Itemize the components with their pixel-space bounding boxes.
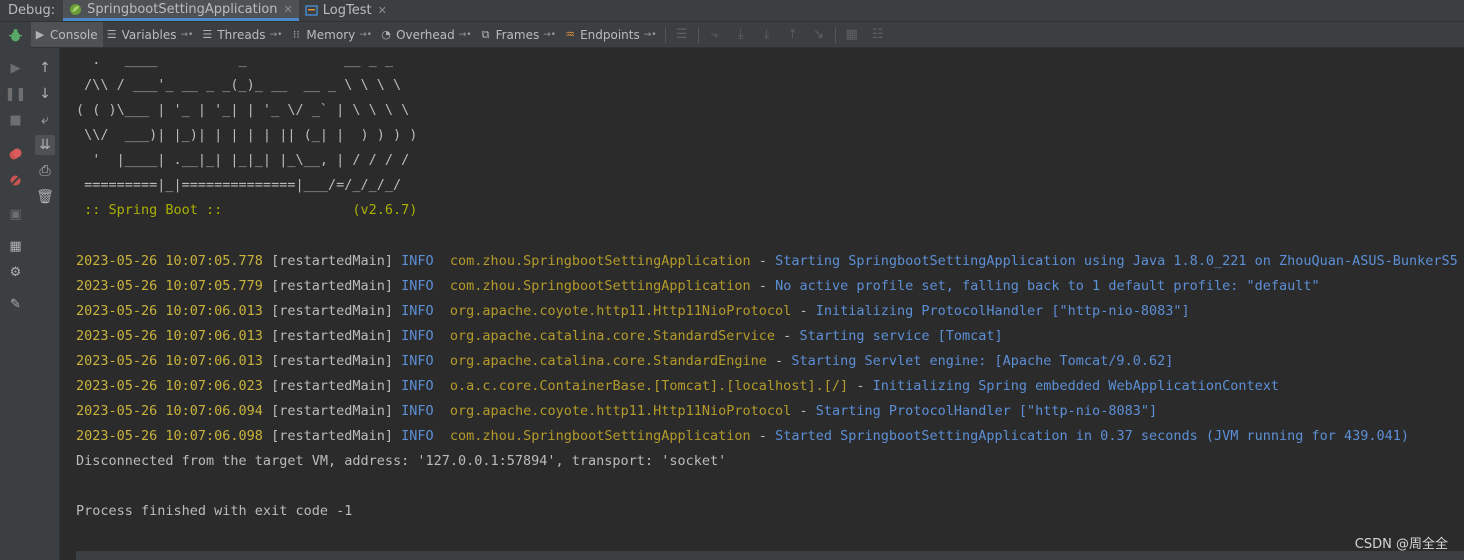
- run-to-cursor-icon[interactable]: ↘: [806, 22, 832, 47]
- pin-tab-icon[interactable]: →•: [644, 30, 657, 40]
- step-out-icon[interactable]: ⤒: [780, 22, 806, 47]
- console-icon: ▶: [35, 28, 45, 41]
- log-line: 2023-05-26 10:07:06.013 [restartedMain] …: [76, 303, 1190, 319]
- endpoints-icon: ♒: [565, 28, 576, 41]
- up-arrow-icon[interactable]: ↑: [35, 58, 55, 78]
- log-line: 2023-05-26 10:07:06.098 [restartedMain] …: [76, 428, 1410, 444]
- trace-icon[interactable]: ☷: [865, 22, 891, 47]
- tab-endpoints-label: Endpoints: [580, 27, 640, 42]
- tab-console-label: Console: [50, 27, 98, 42]
- pin-tab-icon[interactable]: →•: [459, 30, 472, 40]
- variables-icon: ☰: [106, 28, 117, 41]
- debug-side-toolbar: ▶ ❚❚ ■ ▣ ▦ ⚙ ✎: [0, 22, 32, 560]
- pin-icon[interactable]: ✎: [7, 296, 24, 313]
- tab-overhead-label: Overhead: [396, 27, 455, 42]
- run-config-icon: [305, 4, 318, 17]
- print-icon[interactable]: ⎙: [35, 161, 55, 181]
- hamburger-icon[interactable]: ☰: [669, 22, 695, 47]
- down-arrow-icon[interactable]: ↓: [35, 84, 55, 104]
- overhead-icon: ◔: [381, 28, 391, 41]
- disconnect-message: Disconnected from the target VM, address…: [76, 453, 727, 469]
- banner-line: . ____ _ __ _ _: [76, 52, 393, 68]
- tab-threads-label: Threads: [217, 27, 266, 42]
- tab-memory[interactable]: ⁝⁝ Memory →•: [287, 22, 377, 47]
- close-icon[interactable]: ✕: [284, 3, 293, 16]
- console-side-toolbar: ↑ ↓ ⤶ ⇊ ⎙ 🗑: [31, 48, 60, 560]
- spring-leaf-icon: [69, 3, 82, 16]
- banner-line: /\\ / ___'_ __ _ _(_)_ __ __ _ \ \ \ \: [76, 77, 402, 93]
- tab-variables[interactable]: ☰ Variables →•: [103, 22, 199, 47]
- view-breakpoints-icon[interactable]: [7, 146, 24, 163]
- exit-code-message: Process finished with exit code -1: [76, 503, 353, 519]
- tab-frames-label: Frames: [495, 27, 540, 42]
- log-line: 2023-05-26 10:07:05.779 [restartedMain] …: [76, 278, 1320, 294]
- stop-icon[interactable]: ■: [7, 112, 24, 129]
- step-into-icon[interactable]: ⤓: [754, 22, 780, 47]
- pin-tab-icon[interactable]: →•: [543, 30, 556, 40]
- threads-icon: ☰: [202, 28, 213, 41]
- banner-line: ( ( )\___ | '_ | '_| | '_ \/ _` | \ \ \ …: [76, 102, 410, 118]
- log-line: 2023-05-26 10:07:05.778 [restartedMain] …: [76, 253, 1464, 269]
- tab-endpoints[interactable]: ♒ Endpoints →•: [561, 22, 662, 47]
- debug-tab-bar: Debug: SpringbootSettingApplication ✕ Lo…: [0, 0, 1464, 22]
- debug-toolbar: ▶ Console ☰ Variables →• ☰ Threads →• ⁝⁝…: [31, 22, 1464, 48]
- pause-icon[interactable]: ❚❚: [5, 86, 27, 103]
- pin-tab-icon[interactable]: →•: [180, 30, 193, 40]
- tab-console[interactable]: ▶ Console: [31, 22, 103, 47]
- pin-tab-icon[interactable]: →•: [270, 30, 283, 40]
- tab-label: SpringbootSettingApplication: [87, 1, 278, 17]
- tab-frames[interactable]: ⧉ Frames →•: [477, 22, 562, 47]
- scroll-to-end-icon[interactable]: ⇊: [35, 135, 55, 155]
- toolbar-divider: [664, 26, 666, 43]
- trash-icon[interactable]: 🗑: [35, 187, 55, 207]
- tab-memory-label: Memory: [306, 27, 356, 42]
- log-line: 2023-05-26 10:07:06.013 [restartedMain] …: [76, 353, 1174, 369]
- banner-line: \\/ ___)| |_)| | | | | || (_| | ) ) ) ): [76, 127, 418, 143]
- spring-boot-version-line: :: Spring Boot :: (v2.6.7): [76, 202, 418, 218]
- camera-icon[interactable]: ▣: [7, 206, 24, 223]
- log-line: 2023-05-26 10:07:06.013 [restartedMain] …: [76, 328, 1003, 344]
- console-output[interactable]: . ____ _ __ _ _ /\\ / ___'_ __ _ _(_)_ _…: [60, 48, 1464, 560]
- log-line: 2023-05-26 10:07:06.094 [restartedMain] …: [76, 403, 1158, 419]
- toolbar-divider: [697, 26, 699, 43]
- frames-icon: ⧉: [481, 27, 490, 41]
- tab-overhead[interactable]: ◔ Overhead →•: [377, 22, 476, 47]
- tab-threads[interactable]: ☰ Threads →•: [198, 22, 287, 47]
- settings-gear-icon[interactable]: ⚙: [7, 264, 24, 281]
- watermark: CSDN @周全全: [1354, 537, 1448, 552]
- tab-variables-label: Variables: [121, 27, 177, 42]
- tab-logtest[interactable]: LogTest ✕: [299, 0, 393, 21]
- banner-line: ' |____| .__|_| |_|_| |_\__, | / / / /: [76, 152, 410, 168]
- horizontal-scrollbar[interactable]: [76, 551, 1464, 560]
- show-execution-point-icon[interactable]: ⤷: [702, 22, 728, 47]
- memory-icon: ⁝⁝: [292, 28, 300, 41]
- debug-bug-icon[interactable]: [7, 27, 24, 44]
- soft-wrap-icon[interactable]: ⤶: [35, 110, 55, 130]
- banner-line: =========|_|==============|___/=/_/_/_/: [76, 177, 402, 193]
- mute-breakpoints-icon[interactable]: [7, 172, 24, 189]
- log-line: 2023-05-26 10:07:06.023 [restartedMain] …: [76, 378, 1279, 394]
- close-icon[interactable]: ✕: [378, 4, 387, 17]
- debug-label: Debug:: [8, 3, 56, 18]
- pin-tab-icon[interactable]: →•: [359, 30, 372, 40]
- tab-springboot-setting-application[interactable]: SpringbootSettingApplication ✕: [63, 0, 299, 21]
- layout-icon[interactable]: ▦: [7, 238, 24, 255]
- step-over-icon[interactable]: ⤓: [728, 22, 754, 47]
- tab-label: LogTest: [322, 3, 372, 18]
- resume-icon[interactable]: ▶: [7, 60, 24, 77]
- toolbar-divider: [834, 26, 836, 43]
- evaluate-expression-icon[interactable]: ▦: [839, 22, 865, 47]
